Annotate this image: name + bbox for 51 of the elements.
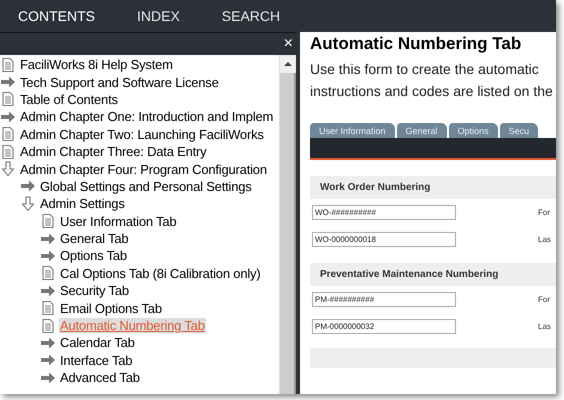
nav-tab[interactable]: CONTENTS: [8, 8, 105, 24]
right-arrow-icon: [0, 74, 16, 90]
section-heading: Preventative Maintenance Numbering: [310, 263, 556, 286]
field-label: Las: [538, 322, 551, 331]
section-heading: Work Order Numbering: [310, 176, 556, 199]
document-icon: [40, 213, 56, 230]
document-icon: [40, 265, 56, 282]
right-arrow-icon: [40, 248, 56, 264]
tree-item[interactable]: Interface Tab: [0, 352, 279, 370]
tree-item[interactable]: FaciliWorks 8i Help System: [0, 56, 279, 74]
tree-item[interactable]: Global Settings and Personal Settings: [0, 178, 279, 196]
tree-item[interactable]: General Tab: [0, 230, 279, 248]
tree-item[interactable]: Cal Options Tab (8i Calibration only): [0, 264, 279, 282]
input-field[interactable]: WO-##########: [312, 205, 456, 220]
tree-item[interactable]: Admin Chapter Two: Launching FaciliWorks: [0, 126, 279, 143]
tree-item[interactable]: Options Tab: [0, 247, 279, 265]
document-icon: [40, 318, 56, 334]
tree-item[interactable]: Admin Settings: [0, 195, 279, 213]
tree-item[interactable]: Calendar Tab: [0, 334, 279, 352]
tree-item[interactable]: Admin Chapter Four: Program Configuration: [0, 160, 279, 178]
tree-item[interactable]: Tech Support and Software License: [0, 73, 279, 91]
scroll-up-icon[interactable]: [284, 61, 292, 67]
nav-tab[interactable]: SEARCH: [212, 8, 290, 24]
field-label: For: [538, 208, 550, 217]
document-icon: [40, 300, 56, 316]
right-arrow-icon: [40, 370, 56, 386]
field-label: For: [538, 295, 550, 304]
input-field[interactable]: PM-0000000032: [312, 319, 456, 334]
right-arrow-icon: [40, 352, 56, 368]
scrollbar[interactable]: [279, 55, 296, 394]
close-button[interactable]: ×: [280, 36, 296, 52]
down-arrow-icon: [20, 196, 36, 212]
right-arrow-icon: [0, 108, 16, 125]
input-field[interactable]: WO-0000000018: [312, 232, 456, 247]
page-title: Automatic Numbering Tab: [310, 34, 522, 55]
tree-item[interactable]: User Information Tab: [0, 212, 279, 230]
nav-tab[interactable]: INDEX: [127, 8, 190, 24]
tree-item[interactable]: Admin Chapter Three: Data Entry: [0, 142, 279, 160]
intro-text: Use this form to create the automatic: [310, 60, 540, 79]
intro-text: instructions and codes are listed on the: [310, 82, 554, 101]
right-arrow-icon: [20, 178, 36, 194]
right-arrow-icon: [40, 282, 56, 299]
tree-item[interactable]: Email Options Tab: [0, 299, 279, 317]
tree-item[interactable]: Admin Chapter One: Introduction and Implem: [0, 108, 279, 126]
right-arrow-icon: [40, 334, 56, 351]
tree-item[interactable]: Advanced Tab: [0, 369, 279, 386]
field-label: Las: [538, 235, 551, 244]
input-field[interactable]: PM-##########: [312, 292, 456, 307]
tree-item[interactable]: Table of Contents: [0, 90, 279, 108]
right-arrow-icon: [40, 230, 56, 247]
tree-item[interactable]: Security Tab: [0, 282, 279, 300]
